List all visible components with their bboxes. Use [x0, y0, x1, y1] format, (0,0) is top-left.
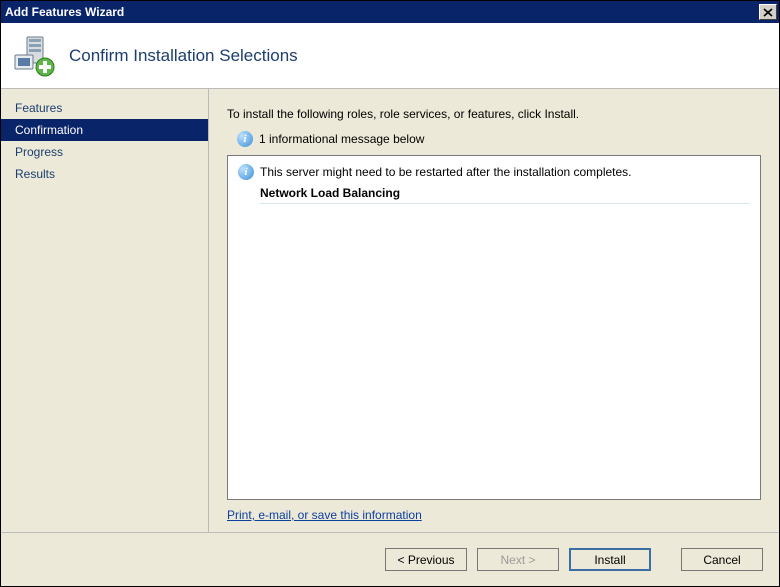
wizard-footer: < Previous Next > Install Cancel	[1, 532, 779, 586]
feature-item: Network Load Balancing	[260, 186, 750, 202]
wizard-body: Features Confirmation Progress Results T…	[1, 89, 779, 532]
export-link-row: Print, e-mail, or save this information	[227, 508, 761, 522]
close-icon	[763, 8, 773, 17]
wizard-icon	[13, 35, 55, 77]
install-button[interactable]: Install	[569, 548, 651, 571]
info-icon: i	[238, 164, 254, 180]
instruction-text: To install the following roles, role ser…	[227, 107, 761, 121]
wizard-window: Add Features Wizard Confirm Installation…	[0, 0, 780, 587]
page-title: Confirm Installation Selections	[69, 46, 298, 66]
restart-warning-row: i This server might need to be restarted…	[238, 164, 750, 180]
wizard-header: Confirm Installation Selections	[1, 23, 779, 89]
step-progress[interactable]: Progress	[1, 141, 208, 163]
steps-sidebar: Features Confirmation Progress Results	[1, 89, 209, 532]
step-features[interactable]: Features	[1, 97, 208, 119]
details-box: i This server might need to be restarted…	[227, 155, 761, 500]
close-button[interactable]	[759, 4, 777, 20]
step-confirmation[interactable]: Confirmation	[1, 119, 208, 141]
titlebar: Add Features Wizard	[1, 1, 779, 23]
previous-button[interactable]: < Previous	[385, 548, 467, 571]
window-title: Add Features Wizard	[5, 5, 124, 19]
info-message-count: i 1 informational message below	[237, 131, 761, 147]
next-button: Next >	[477, 548, 559, 571]
info-count-text: 1 informational message below	[259, 132, 424, 146]
content-area: To install the following roles, role ser…	[209, 89, 779, 532]
feature-divider	[260, 203, 750, 204]
cancel-button[interactable]: Cancel	[681, 548, 763, 571]
restart-warning-text: This server might need to be restarted a…	[260, 165, 632, 179]
step-results[interactable]: Results	[1, 163, 208, 185]
export-link[interactable]: Print, e-mail, or save this information	[227, 508, 422, 522]
info-icon: i	[237, 131, 253, 147]
